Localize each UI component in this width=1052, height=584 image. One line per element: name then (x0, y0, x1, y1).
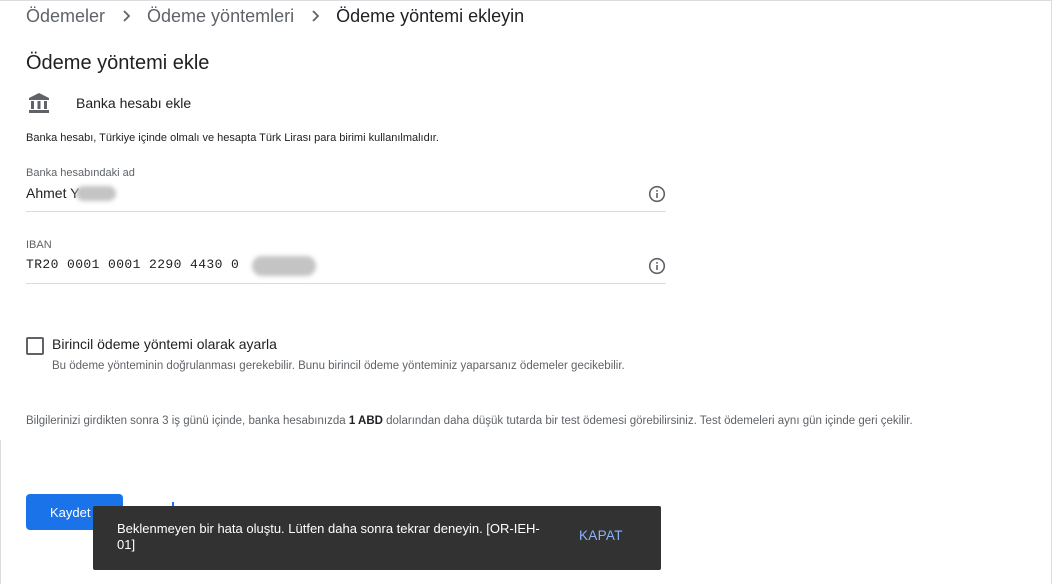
snackbar-message: Beklenmeyen bir hata oluştu. Lütfen daha… (117, 521, 540, 552)
frame-border-left (0, 440, 1, 584)
account-name-value: Ahmet Y (26, 185, 80, 201)
test-payment-info: Bilgilerinizi girdikten sonra 3 iş günü … (26, 413, 1026, 430)
bank-icon (28, 92, 50, 114)
bank-account-option: Banka hesabı ekle (28, 92, 191, 114)
close-snackbar-button[interactable]: KAPAT (579, 528, 623, 543)
account-name-field[interactable]: Banka hesabındaki ad Ahmet Y (26, 167, 666, 212)
chevron-right-icon (310, 8, 322, 24)
primary-method-text: Birincil ödeme yöntemi olarak ayarla Bu … (52, 336, 642, 376)
info-icon[interactable] (648, 257, 666, 275)
iban-value: TR20 0001 0001 2290 4430 0 (26, 257, 240, 272)
test-payment-info-part2: dolarından daha düşük tutarda bir test ö… (382, 415, 913, 427)
page-title: Ödeme yöntemi ekle (26, 52, 210, 74)
redaction-blur (76, 186, 116, 201)
frame-border-top (0, 0, 1052, 1)
bank-account-notice: Banka hesabı, Türkiye içinde olmalı ve h… (26, 132, 439, 144)
bank-account-label: Banka hesabı ekle (76, 95, 192, 111)
iban-field[interactable]: IBAN TR20 0001 0001 2290 4430 0 (26, 239, 666, 284)
primary-method-option: Birincil ödeme yöntemi olarak ayarla Bu … (26, 336, 642, 376)
breadcrumb: Ödemeler Ödeme yöntemleri Ödeme yöntemi … (26, 4, 524, 28)
iban-label: IBAN (26, 239, 52, 251)
chevron-right-icon (121, 8, 133, 24)
primary-method-checkbox[interactable] (26, 337, 44, 355)
iban-input[interactable]: TR20 0001 0001 2290 4430 0 (26, 256, 666, 276)
info-icon[interactable] (648, 185, 666, 203)
breadcrumb-item-payments[interactable]: Ödemeler (26, 6, 105, 27)
account-name-label: Banka hesabındaki ad (26, 167, 135, 179)
breadcrumb-item-add-payment-method: Ödeme yöntemi ekleyin (336, 5, 525, 26)
redaction-blur (252, 256, 316, 276)
breadcrumb-item-payment-methods[interactable]: Ödeme yöntemleri (147, 6, 294, 27)
test-payment-info-amount: 1 ABD (348, 415, 383, 427)
primary-method-description: Bu ödeme yönteminin doğrulanması gerekeb… (52, 360, 625, 372)
test-payment-info-part1: Bilgilerinizi girdikten sonra 3 iş günü … (26, 415, 349, 427)
primary-method-label[interactable]: Birincil ödeme yöntemi olarak ayarla (52, 336, 642, 352)
error-snackbar: Beklenmeyen bir hata oluştu. Lütfen daha… (93, 506, 661, 570)
account-name-input[interactable]: Ahmet Y (26, 185, 666, 201)
